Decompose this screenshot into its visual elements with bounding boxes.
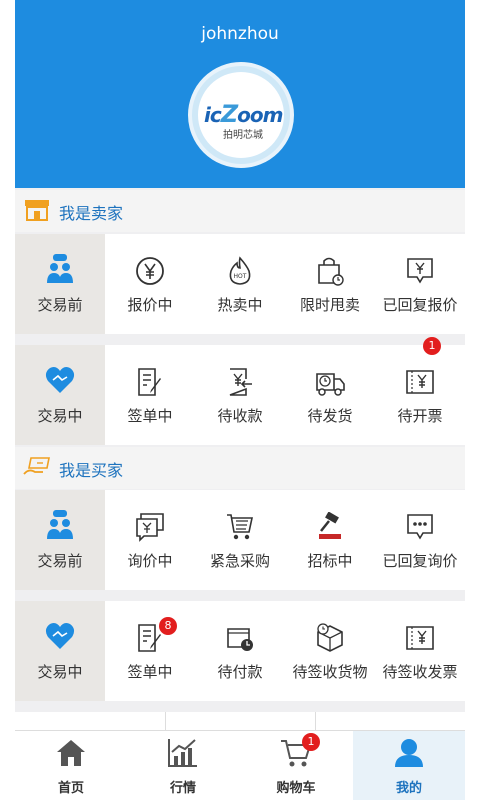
people-chat-icon [47,254,73,283]
buyer-replied-inquiry-button[interactable]: 已回复询价 [375,490,465,590]
gavel-icon [319,512,341,539]
next-section-partial [15,712,465,732]
delivery-truck-icon [316,373,345,396]
inquiry-icon [136,513,164,542]
seller-pre-trade-label: 交易前 [15,234,105,334]
buyer-bidding-button[interactable]: 招标中 [285,490,375,590]
seller-section-title: 我是卖家 [15,190,465,232]
yen-circle-icon [136,257,164,285]
buyer-title: 我是买家 [59,461,124,480]
seller-pending-receipt-button[interactable]: 待收款 [195,345,285,445]
svg-text:HOT: HOT [234,273,247,280]
seller-in-trade-label: 交易中 [15,345,105,445]
buyer-in-trade-label: 交易中 [15,601,105,701]
username: johnzhou [201,24,279,44]
seller-pre-trade-row: 交易前 报价中 HOT 热卖中 限时甩卖 已回复报价 [15,234,465,334]
cart-count-badge: 1 [302,733,320,751]
bottom-tab-bar: 首页 行情 1 购物车 我的 [15,730,465,800]
seller-title: 我是卖家 [59,204,124,223]
shop-icon [25,200,49,221]
package-clock-icon [317,623,343,652]
wallet-clock-icon [227,628,253,651]
avatar[interactable]: icZoom 拍明芯城 [188,62,294,168]
brand-logo: icZoom 拍明芯城 [198,72,284,158]
profile-header: johnzhou icZoom 拍明芯城 [15,0,465,188]
app-screen: johnzhou icZoom 拍明芯城 我是卖家 交易前 报价中 HOT 热卖… [15,0,465,800]
invoice-icon [406,626,434,650]
seller-in-trade-row: 交易中 签单中 待收款 待发货 1 待开票 [15,337,465,445]
buyer-pending-payment-button[interactable]: 待付款 [195,601,285,701]
people-chat-icon [47,510,73,539]
home-icon [57,740,85,766]
buyer-pending-invoice-receipt-button[interactable]: 待签收发票 [375,601,465,701]
buyer-inquiring-button[interactable]: 询价中 [105,490,195,590]
seller-signing-button[interactable]: 签单中 [105,345,195,445]
signing-count-badge: 8 [159,617,177,635]
receive-payment-icon [229,368,252,396]
sign-document-icon [138,368,161,396]
buyer-urgent-purchase-button[interactable]: 紧急采购 [195,490,285,590]
seller-replied-quote-button[interactable]: 已回复报价 [375,234,465,334]
buyer-in-trade-row: 交易中 8 签单中 待付款 待签收货物 待签收发票 [15,601,465,701]
seller-hot-selling-button[interactable]: HOT 热卖中 [195,234,285,334]
buyer-pre-trade-row: 交易前 询价中 紧急采购 招标中 已回复询价 [15,490,465,590]
chart-icon [168,739,197,767]
card-hand-icon [23,457,50,475]
tab-cart[interactable]: 1 购物车 [240,731,352,800]
invoice-count-badge: 1 [423,337,441,355]
invoice-icon [406,370,434,394]
chat-dots-icon [407,514,433,540]
tab-mine[interactable]: 我的 [353,731,465,800]
seller-pending-invoice-button[interactable]: 1 待开票 [375,337,465,445]
seller-pending-shipment-button[interactable]: 待发货 [285,345,375,445]
hot-flame-icon: HOT [229,256,251,285]
seller-flash-sale-button[interactable]: 限时甩卖 [285,234,375,334]
handshake-heart-icon [45,367,75,393]
tab-home[interactable]: 首页 [15,731,127,800]
buyer-section-title: 我是买家 [15,447,465,489]
tab-market[interactable]: 行情 [127,731,239,800]
yen-message-icon [407,258,433,284]
seller-quoting-button[interactable]: 报价中 [105,234,195,334]
user-icon [395,739,423,767]
buyer-signing-button[interactable]: 8 签单中 [105,601,195,701]
buyer-pending-goods-receipt-button[interactable]: 待签收货物 [285,601,375,701]
brand-logo-text: icZoom [204,100,283,128]
timed-bag-icon [318,257,344,286]
handshake-heart-icon [45,623,75,649]
brand-logo-subtitle: 拍明芯城 [223,130,263,141]
buyer-pre-trade-label: 交易前 [15,490,105,590]
cart-list-icon [227,514,253,540]
